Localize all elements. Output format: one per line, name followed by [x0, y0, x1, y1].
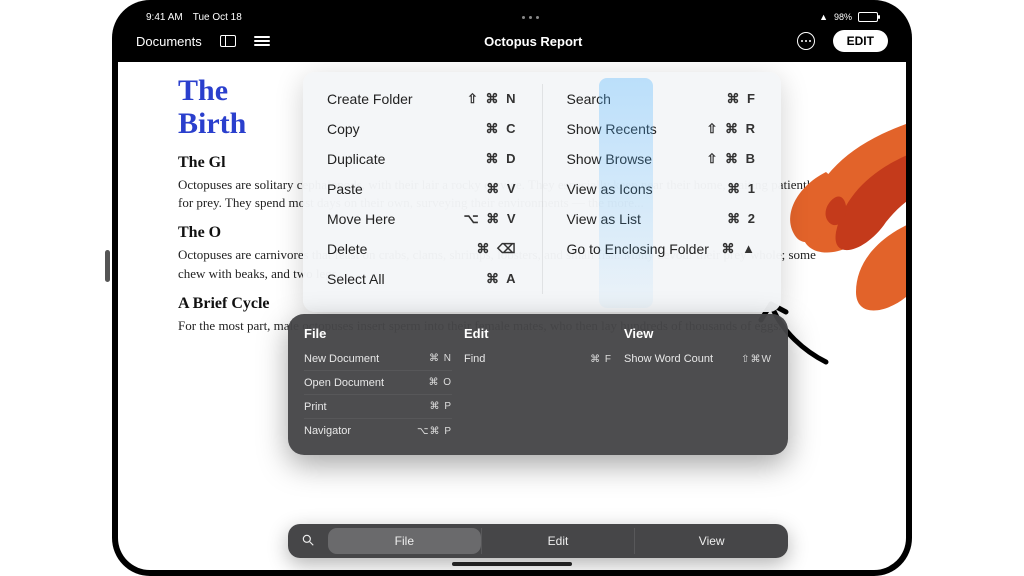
device-side-button	[105, 250, 110, 282]
document-canvas[interactable]: The Birth The Gl Octopuses are solitary …	[118, 62, 906, 570]
dark-col-title: View	[624, 326, 772, 341]
ipad-frame: 9:41 AM Tue Oct 18 98% Documents Octopus…	[112, 0, 912, 576]
edit-button[interactable]: EDIT	[833, 30, 888, 52]
shortcut-item[interactable]: Open Document⌘ O	[304, 371, 452, 395]
shortcut-item[interactable]: Select All⌘ A	[321, 264, 524, 294]
search-icon	[301, 533, 315, 547]
shortcut-item[interactable]: New Document⌘ N	[304, 347, 452, 371]
status-date: Tue Oct 18	[193, 12, 242, 23]
command-bar: File Edit View	[288, 524, 788, 558]
shortcut-item[interactable]: Duplicate⌘ D	[321, 144, 524, 174]
shortcut-item[interactable]: Show Browse⇧ ⌘ B	[561, 144, 764, 174]
back-button[interactable]: Documents	[136, 34, 202, 49]
app-toolbar: Documents Octopus Report EDIT	[118, 24, 906, 58]
shortcut-item[interactable]: Paste⌘ V	[321, 174, 524, 204]
shortcut-item[interactable]: Copy⌘ C	[321, 114, 524, 144]
dark-col-title: File	[304, 326, 452, 341]
multitask-dots[interactable]	[522, 16, 539, 19]
more-icon[interactable]	[797, 32, 815, 50]
shortcuts-col-1: Create Folder⇧ ⌘ N Copy⌘ C Duplicate⌘ D …	[303, 84, 542, 294]
dark-col-title: Edit	[464, 326, 612, 341]
outline-icon[interactable]	[254, 33, 270, 49]
shortcut-item[interactable]: Show Recents⇧ ⌘ R	[561, 114, 764, 144]
shortcut-item[interactable]: Delete⌘ ⌫	[321, 234, 524, 264]
shortcuts-col-2: Search⌘ F Show Recents⇧ ⌘ R Show Browse⇧…	[542, 84, 782, 294]
shortcut-item[interactable]: Move Here⌥ ⌘ V	[321, 204, 524, 234]
command-tab-edit[interactable]: Edit	[481, 528, 635, 554]
shortcuts-dark-edit: Edit Find⌘ F	[464, 326, 624, 443]
command-tab-view[interactable]: View	[634, 528, 788, 554]
shortcuts-dark-file: File New Document⌘ N Open Document⌘ O Pr…	[304, 326, 464, 443]
shortcut-item[interactable]: Go to Enclosing Folder⌘ ▲	[561, 234, 764, 264]
shortcuts-dark-view: View Show Word Count⇧⌘W	[624, 326, 772, 443]
battery-percent: 98%	[834, 12, 852, 22]
shortcut-item[interactable]: Find⌘ F	[464, 347, 612, 371]
command-tab-file[interactable]: File	[328, 528, 481, 554]
status-bar: 9:41 AM Tue Oct 18 98%	[118, 6, 906, 24]
status-time: 9:41 AM	[146, 12, 183, 23]
shortcut-item[interactable]: View as List⌘ 2	[561, 204, 764, 234]
document-title: Octopus Report	[484, 34, 582, 49]
shortcuts-overlay-light: Create Folder⇧ ⌘ N Copy⌘ C Duplicate⌘ D …	[303, 72, 781, 312]
wifi-icon	[819, 12, 828, 23]
shortcut-item[interactable]: Show Word Count⇧⌘W	[624, 347, 772, 371]
battery-icon	[858, 12, 878, 22]
shortcut-item[interactable]: Navigator⌥⌘ P	[304, 419, 452, 443]
shortcut-item[interactable]: Search⌘ F	[561, 84, 764, 114]
shortcut-item[interactable]: View as Icons⌘ 1	[561, 174, 764, 204]
command-search[interactable]	[288, 533, 328, 550]
shortcuts-overlay-dark: File New Document⌘ N Open Document⌘ O Pr…	[288, 314, 788, 455]
shortcut-item[interactable]: Create Folder⇧ ⌘ N	[321, 84, 524, 114]
shortcut-item[interactable]: Print⌘ P	[304, 395, 452, 419]
sidebar-icon[interactable]	[220, 33, 236, 49]
home-indicator[interactable]	[452, 562, 572, 566]
